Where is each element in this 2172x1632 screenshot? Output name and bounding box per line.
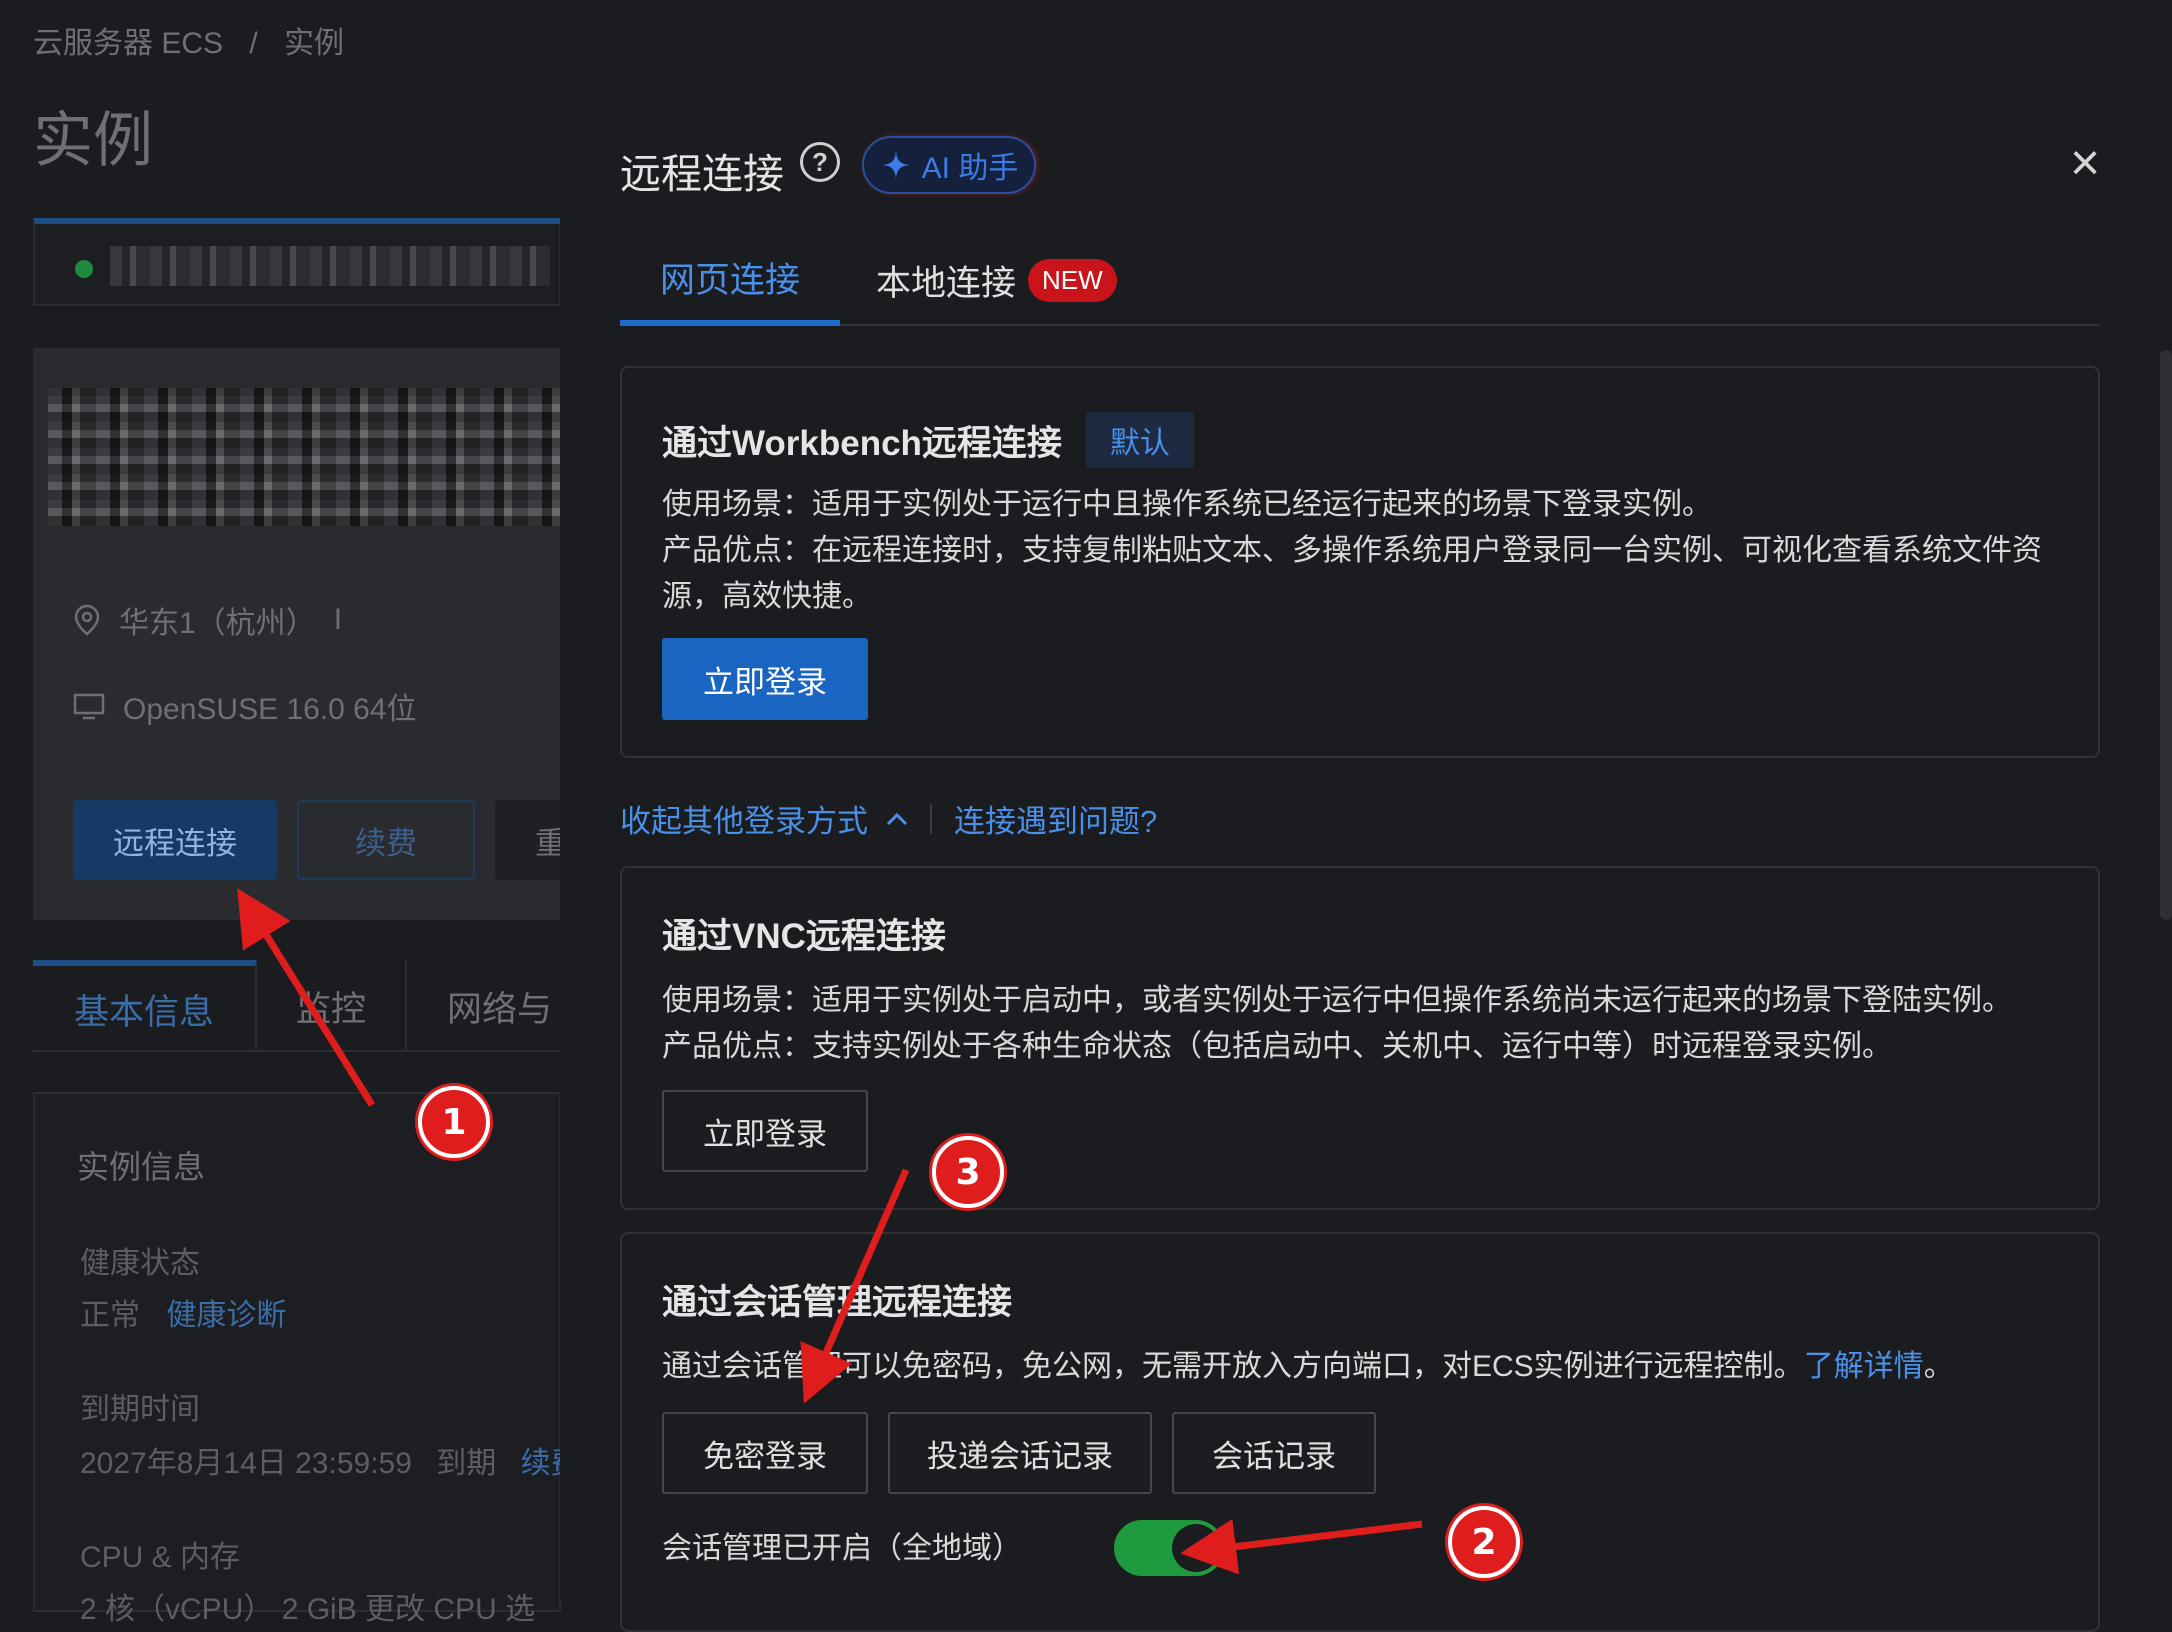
arrow-1 xyxy=(237,888,375,1107)
annotation-marker-3: 3 xyxy=(932,1136,1004,1208)
annotation-marker-1: 1 xyxy=(418,1086,490,1158)
annotation-marker-2: 2 xyxy=(1448,1506,1520,1578)
annotation-arrows xyxy=(237,888,1423,1575)
app-background: 云服务器 ECS / 实例 实例 华东1（杭州） I OpenSUSE 16.0… xyxy=(0,0,2172,1632)
arrow-2 xyxy=(1180,1518,1423,1575)
arrow-3 xyxy=(800,1168,910,1404)
